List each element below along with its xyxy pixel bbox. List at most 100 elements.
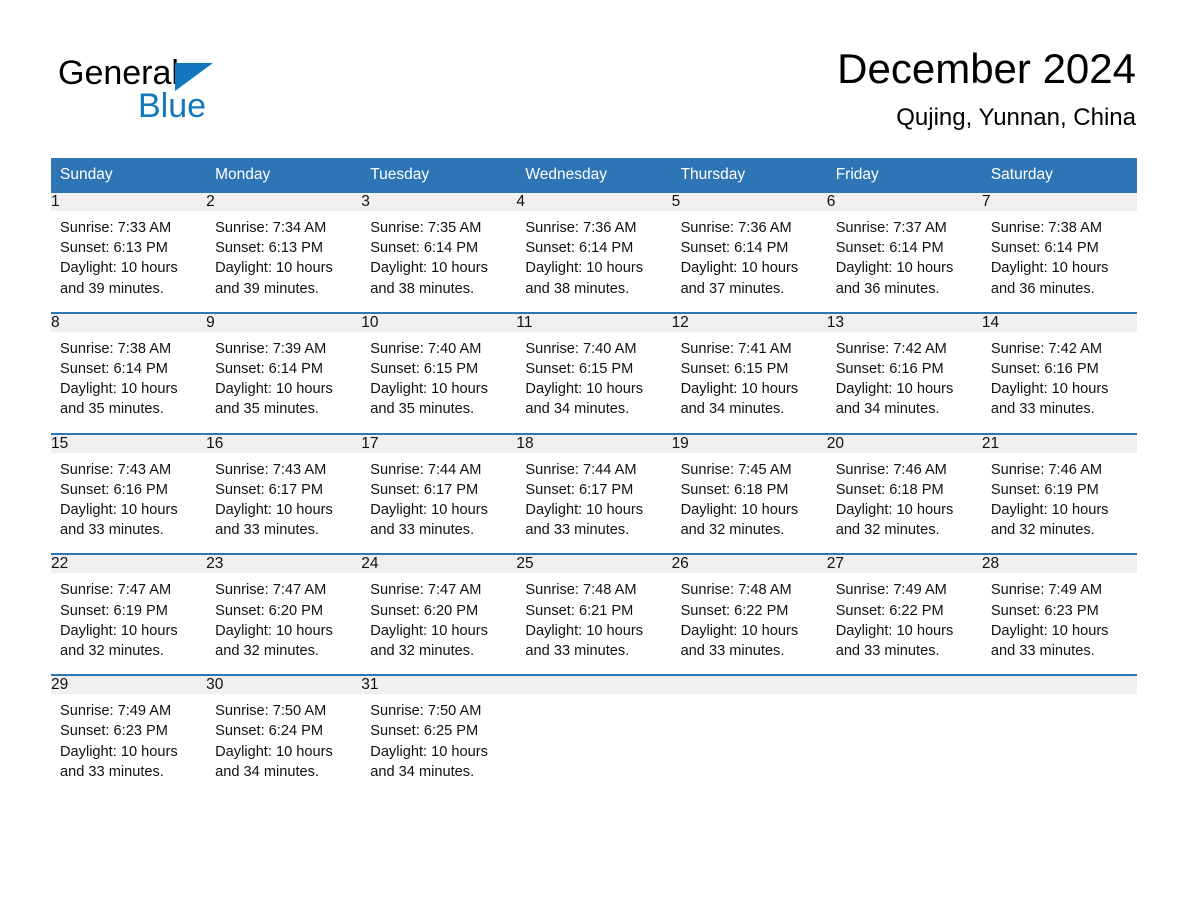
day-cell[interactable]: Sunrise: 7:49 AM Sunset: 6:23 PM Daylight:…: [51, 694, 206, 792]
sunset-text: Sunset: 6:20 PM: [215, 602, 324, 619]
day-cell[interactable]: Sunrise: 7:42 AM Sunset: 6:16 PM Daylight:…: [982, 332, 1137, 430]
day-number[interactable]: 30: [206, 676, 362, 695]
day-number[interactable]: 1: [51, 193, 207, 211]
sunrise-text: Sunrise: 7:35 AM: [370, 220, 482, 236]
day-cell[interactable]: Sunrise: 7:36 AM Sunset: 6:14 PM Daylight:…: [516, 211, 671, 309]
day-cell[interactable]: Sunrise: 7:50 AM Sunset: 6:24 PM Daylight:…: [206, 694, 361, 792]
day-number[interactable]: 29: [51, 676, 207, 695]
day-number[interactable]: 3: [361, 193, 517, 211]
day-number[interactable]: 6: [826, 193, 982, 211]
day-number-empty: [826, 676, 982, 695]
day-number[interactable]: 17: [361, 434, 517, 453]
sunrise-text: Sunrise: 7:40 AM: [370, 340, 482, 357]
day-details: Sunrise: 7:38 AM Sunset: 6:14 PM Daylight:…: [51, 332, 206, 430]
sunset-text: Sunset: 6:14 PM: [680, 240, 789, 257]
daylight-text-line1: Daylight: 10 hours: [525, 381, 644, 398]
day-details: [982, 694, 1137, 778]
day-cell[interactable]: Sunrise: 7:50 AM Sunset: 6:25 PM Daylight:…: [361, 694, 516, 792]
day-cell[interactable]: Sunrise: 7:41 AM Sunset: 6:15 PM Daylight:…: [672, 332, 827, 430]
sunrise-text: Sunrise: 7:43 AM: [215, 461, 327, 478]
daylight-text-line2: and 33 minutes.: [60, 763, 164, 780]
day-number[interactable]: 31: [361, 676, 517, 695]
day-cell[interactable]: Sunrise: 7:49 AM Sunset: 6:22 PM Daylight:…: [827, 573, 982, 671]
sunrise-text: Sunrise: 7:36 AM: [680, 220, 792, 236]
sunset-text: Sunset: 6:22 PM: [680, 602, 789, 619]
daylight-text-line2: and 33 minutes.: [215, 522, 319, 539]
day-number[interactable]: 5: [671, 193, 827, 211]
day-cell[interactable]: Sunrise: 7:33 AM Sunset: 6:13 PM Daylight:…: [51, 211, 206, 309]
daylight-text-line1: Daylight: 10 hours: [60, 381, 178, 398]
day-cell[interactable]: Sunrise: 7:40 AM Sunset: 6:15 PM Daylight:…: [361, 332, 516, 430]
day-number[interactable]: 9: [206, 313, 362, 332]
day-cell[interactable]: Sunrise: 7:49 AM Sunset: 6:23 PM Daylight:…: [982, 573, 1137, 671]
day-cell[interactable]: Sunrise: 7:44 AM Sunset: 6:17 PM Daylight:…: [516, 453, 671, 551]
daylight-text-line1: Daylight: 10 hours: [835, 622, 954, 639]
day-number[interactable]: 12: [671, 313, 827, 332]
sunset-text: Sunset: 6:15 PM: [370, 361, 479, 378]
day-number[interactable]: 27: [826, 555, 982, 574]
day-cell[interactable]: Sunrise: 7:47 AM Sunset: 6:20 PM Daylight:…: [361, 573, 516, 671]
day-cell[interactable]: Sunrise: 7:45 AM Sunset: 6:18 PM Daylight:…: [672, 453, 827, 551]
day-details: Sunrise: 7:43 AM Sunset: 6:17 PM Daylight:…: [206, 453, 361, 551]
day-info-row: Sunrise: 7:38 AM Sunset: 6:14 PM Daylight:…: [51, 332, 1137, 430]
day-cell[interactable]: Sunrise: 7:43 AM Sunset: 6:17 PM Daylight:…: [206, 453, 361, 551]
page-subtitle: Qujing, Yunnan, China: [896, 104, 1136, 131]
day-number[interactable]: 22: [51, 555, 207, 574]
day-cell[interactable]: Sunrise: 7:40 AM Sunset: 6:15 PM Daylight:…: [516, 332, 671, 430]
day-number[interactable]: 14: [981, 313, 1137, 332]
day-cell[interactable]: Sunrise: 7:35 AM Sunset: 6:14 PM Daylight:…: [361, 211, 516, 309]
day-details: Sunrise: 7:37 AM Sunset: 6:14 PM Daylight:…: [827, 211, 982, 309]
daylight-text-line2: and 35 minutes.: [370, 401, 475, 418]
day-number[interactable]: 28: [981, 555, 1137, 574]
day-number[interactable]: 11: [516, 313, 672, 332]
day-details: Sunrise: 7:47 AM Sunset: 6:19 PM Daylight:…: [51, 573, 206, 671]
day-cell[interactable]: Sunrise: 7:34 AM Sunset: 6:13 PM Daylight:…: [206, 211, 361, 309]
day-number[interactable]: 18: [516, 434, 672, 453]
daylight-text-line2: and 34 minutes.: [835, 401, 940, 418]
sunrise-text: Sunrise: 7:48 AM: [680, 582, 792, 599]
day-number[interactable]: 10: [361, 313, 517, 332]
day-number[interactable]: 21: [981, 434, 1137, 453]
day-cell[interactable]: Sunrise: 7:48 AM Sunset: 6:21 PM Daylight:…: [516, 573, 671, 671]
day-number[interactable]: 19: [671, 434, 827, 453]
day-cell[interactable]: Sunrise: 7:36 AM Sunset: 6:14 PM Daylight:…: [672, 211, 827, 309]
day-number[interactable]: 23: [206, 555, 362, 574]
day-number[interactable]: 24: [361, 555, 517, 574]
day-number[interactable]: 15: [51, 434, 207, 453]
day-details: Sunrise: 7:47 AM Sunset: 6:20 PM Daylight:…: [206, 573, 361, 671]
page-header: General Blue December 2024 Qujing, Yunna…: [51, 44, 1136, 144]
day-cell[interactable]: Sunrise: 7:47 AM Sunset: 6:20 PM Daylight:…: [206, 573, 361, 671]
daylight-text-line2: and 34 minutes.: [370, 763, 475, 780]
day-number[interactable]: 8: [51, 313, 207, 332]
day-cell[interactable]: Sunrise: 7:38 AM Sunset: 6:14 PM Daylight:…: [982, 211, 1137, 309]
day-number[interactable]: 25: [516, 555, 672, 574]
daylight-text-line1: Daylight: 10 hours: [370, 622, 488, 639]
day-cell[interactable]: Sunrise: 7:46 AM Sunset: 6:19 PM Daylight:…: [982, 453, 1137, 551]
day-details: Sunrise: 7:36 AM Sunset: 6:14 PM Daylight:…: [516, 211, 671, 309]
day-number[interactable]: 7: [981, 193, 1137, 211]
day-number[interactable]: 13: [826, 313, 982, 332]
weekday-header-thursday: Thursday: [671, 158, 827, 193]
day-cell[interactable]: Sunrise: 7:48 AM Sunset: 6:22 PM Daylight:…: [672, 573, 827, 671]
day-cell[interactable]: Sunrise: 7:38 AM Sunset: 6:14 PM Daylight:…: [51, 332, 206, 430]
sunset-text: Sunset: 6:20 PM: [370, 602, 479, 619]
daylight-text-line2: and 35 minutes.: [215, 401, 319, 418]
day-number[interactable]: 26: [671, 555, 827, 574]
sunrise-text: Sunrise: 7:39 AM: [215, 340, 327, 357]
day-details: Sunrise: 7:44 AM Sunset: 6:17 PM Daylight:…: [361, 453, 516, 551]
sunrise-text: Sunrise: 7:40 AM: [525, 340, 637, 357]
day-cell[interactable]: Sunrise: 7:46 AM Sunset: 6:18 PM Daylight:…: [827, 453, 982, 551]
day-cell[interactable]: Sunrise: 7:39 AM Sunset: 6:14 PM Daylight:…: [206, 332, 361, 430]
day-cell[interactable]: Sunrise: 7:47 AM Sunset: 6:19 PM Daylight:…: [51, 573, 206, 671]
day-number[interactable]: 16: [206, 434, 362, 453]
day-cell[interactable]: Sunrise: 7:43 AM Sunset: 6:16 PM Daylight:…: [51, 453, 206, 551]
day-number[interactable]: 4: [516, 193, 672, 211]
day-cell[interactable]: Sunrise: 7:37 AM Sunset: 6:14 PM Daylight:…: [827, 211, 982, 309]
day-cell[interactable]: Sunrise: 7:42 AM Sunset: 6:16 PM Daylight:…: [827, 332, 982, 430]
day-number[interactable]: 2: [206, 193, 362, 211]
day-number[interactable]: 20: [826, 434, 982, 453]
sunrise-text: Sunrise: 7:44 AM: [370, 461, 482, 478]
day-cell[interactable]: Sunrise: 7:44 AM Sunset: 6:17 PM Daylight:…: [361, 453, 516, 551]
sunset-text: Sunset: 6:16 PM: [990, 361, 1099, 378]
day-details: Sunrise: 7:33 AM Sunset: 6:13 PM Daylight:…: [51, 211, 206, 309]
